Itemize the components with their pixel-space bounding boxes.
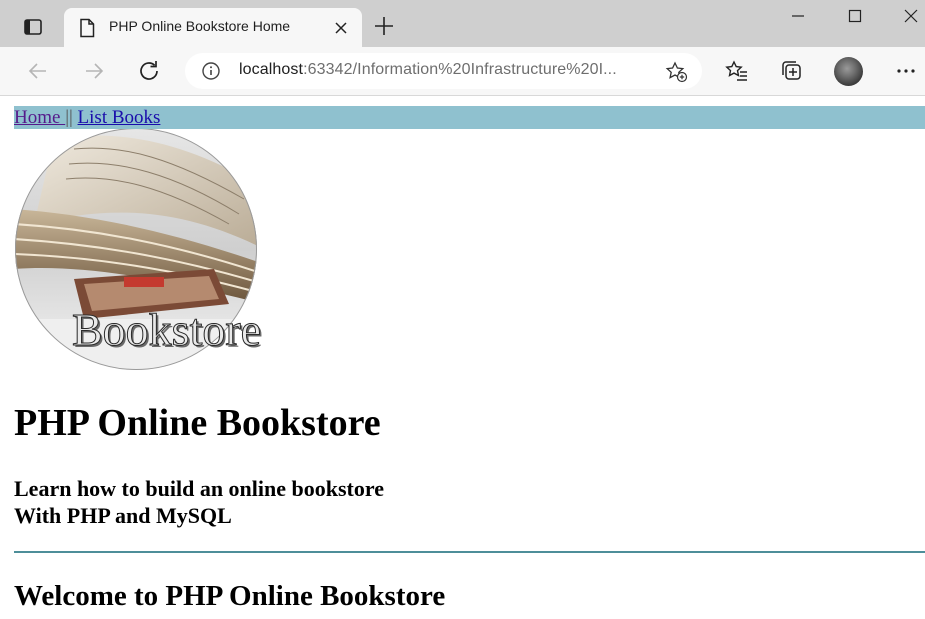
subtitle-line-2: With PHP and MySQL <box>14 503 232 528</box>
active-tab[interactable]: PHP Online Bookstore Home <box>64 8 362 47</box>
tab-strip: PHP Online Bookstore Home <box>0 0 925 47</box>
bookstore-logo: Bookstore Bookstore <box>14 128 294 371</box>
window-close-icon[interactable] <box>898 4 924 28</box>
nav-separator: || <box>65 107 73 128</box>
forward-arrow-icon[interactable] <box>80 57 108 85</box>
tab-title: PHP Online Bookstore Home <box>109 18 291 34</box>
logo-text-front: Bookstore <box>72 304 261 355</box>
page-title: PHP Online Bookstore <box>14 402 381 444</box>
browser-toolbar: localhost:63342/Information%20Infrastruc… <box>0 47 925 96</box>
collections-icon[interactable] <box>779 58 805 84</box>
profile-avatar[interactable] <box>834 57 863 86</box>
star-add-icon[interactable] <box>665 61 689 83</box>
favorites-icon[interactable] <box>724 58 750 84</box>
close-icon[interactable] <box>332 19 350 37</box>
minimize-icon[interactable] <box>785 6 811 28</box>
url-path: :63342/Information%20Infrastructure%20I.… <box>303 61 617 78</box>
nav-link-home[interactable]: Home <box>14 107 65 128</box>
tab-actions-icon[interactable] <box>22 16 44 38</box>
url-text[interactable]: localhost:63342/Information%20Infrastruc… <box>239 61 617 79</box>
page-content: Home || List Books Bookstore Bookstore P… <box>0 97 925 619</box>
page-icon <box>79 18 95 38</box>
welcome-heading: Welcome to PHP Online Bookstore <box>14 580 446 612</box>
nav-link-list-books[interactable]: List Books <box>78 107 161 128</box>
page-subtitle: Learn how to build an online bookstore Wi… <box>14 475 384 529</box>
plus-icon[interactable] <box>372 14 396 38</box>
site-nav-bar: Home || List Books <box>14 106 925 129</box>
horizontal-rule <box>14 551 925 553</box>
more-icon[interactable] <box>893 58 919 84</box>
info-icon[interactable] <box>201 61 221 81</box>
maximize-icon[interactable] <box>842 4 868 28</box>
url-host: localhost <box>239 61 304 78</box>
reload-icon[interactable] <box>135 57 163 85</box>
address-bar[interactable]: localhost:63342/Information%20Infrastruc… <box>185 53 702 89</box>
back-arrow-icon[interactable] <box>24 57 52 85</box>
subtitle-line-1: Learn how to build an online bookstore <box>14 476 385 501</box>
